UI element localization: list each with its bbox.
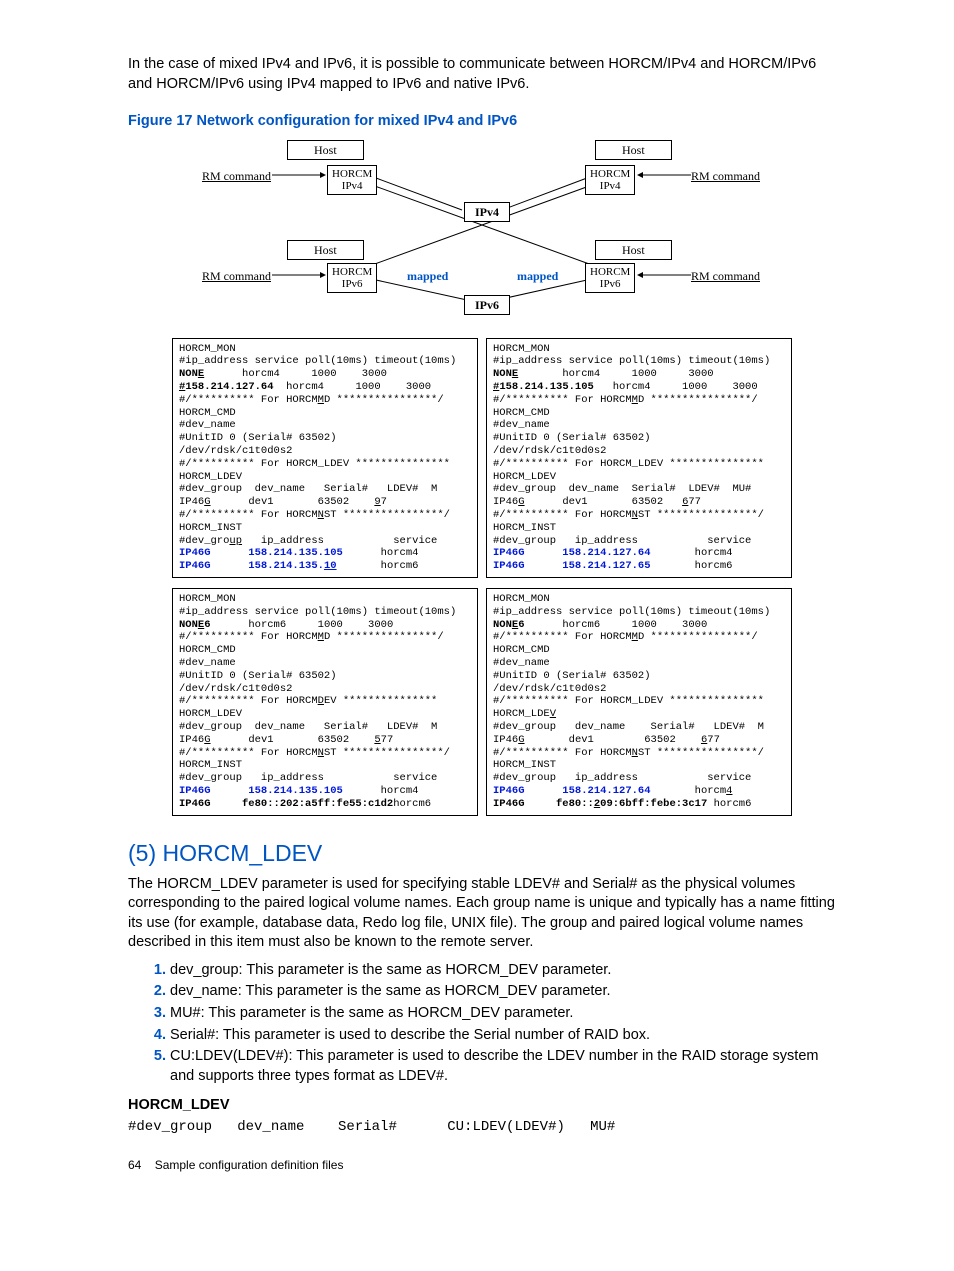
horcm-ldev-heading: HORCM_LDEV bbox=[128, 1096, 836, 1116]
figure-caption: Figure 17 Network configuration for mixe… bbox=[128, 112, 836, 132]
horcm-ipv4-box-right: HORCMIPv4 bbox=[585, 165, 635, 195]
ipv6-center-box: IPv6 bbox=[464, 295, 510, 315]
horcm-ipv6-box-right: HORCMIPv6 bbox=[585, 263, 635, 293]
mapped-left: mapped bbox=[407, 268, 448, 284]
ipv4-center-box: IPv4 bbox=[464, 202, 510, 222]
param-1: dev_group: This parameter is the same as… bbox=[170, 961, 836, 981]
network-diagram: Host RM command HORCMIPv4 Host RM comman… bbox=[197, 140, 767, 320]
config-grid: HORCM_MON #ip_address service poll(10ms)… bbox=[172, 338, 792, 816]
param-3: MU#: This parameter is the same as HORCM… bbox=[170, 1004, 836, 1024]
config-box-4: HORCM_MON #ip_address service poll(10ms)… bbox=[486, 588, 792, 816]
param-2: dev_name: This parameter is the same as … bbox=[170, 982, 836, 1002]
page-number: 64 bbox=[128, 1158, 141, 1172]
rm-command-tl: RM command bbox=[202, 168, 271, 184]
footer-text: Sample configuration definition files bbox=[155, 1158, 344, 1172]
section-body: The HORCM_LDEV parameter is used for spe… bbox=[128, 875, 836, 953]
horcm-ipv6-box-left: HORCMIPv6 bbox=[327, 263, 377, 293]
section-heading: (5) HORCM_LDEV bbox=[128, 838, 836, 869]
config-box-2: HORCM_MON #ip_address service poll(10ms)… bbox=[486, 338, 792, 578]
rm-command-tr: RM command bbox=[691, 168, 760, 184]
rm-command-br: RM command bbox=[691, 268, 760, 284]
host-label-tr: Host bbox=[595, 140, 672, 160]
param-4: Serial#: This parameter is used to descr… bbox=[170, 1026, 836, 1046]
config-box-1: HORCM_MON #ip_address service poll(10ms)… bbox=[172, 338, 478, 578]
code-line: #dev_group dev_name Serial# CU:LDEV(LDEV… bbox=[128, 1118, 836, 1137]
host-label-tl: Host bbox=[287, 140, 364, 160]
host-label-br: Host bbox=[595, 240, 672, 260]
page-footer: 64 Sample configuration definition files bbox=[128, 1157, 836, 1173]
host-label-bl: Host bbox=[287, 240, 364, 260]
mapped-right: mapped bbox=[517, 268, 558, 284]
config-box-3: HORCM_MON #ip_address service poll(10ms)… bbox=[172, 588, 478, 816]
diagram-lines bbox=[197, 140, 767, 320]
intro-paragraph: In the case of mixed IPv4 and IPv6, it i… bbox=[128, 55, 836, 94]
rm-command-bl: RM command bbox=[202, 268, 271, 284]
horcm-ipv4-box-left: HORCMIPv4 bbox=[327, 165, 377, 195]
param-5: CU:LDEV(LDEV#): This parameter is used t… bbox=[170, 1047, 836, 1086]
parameter-list: dev_group: This parameter is the same as… bbox=[128, 961, 836, 1086]
